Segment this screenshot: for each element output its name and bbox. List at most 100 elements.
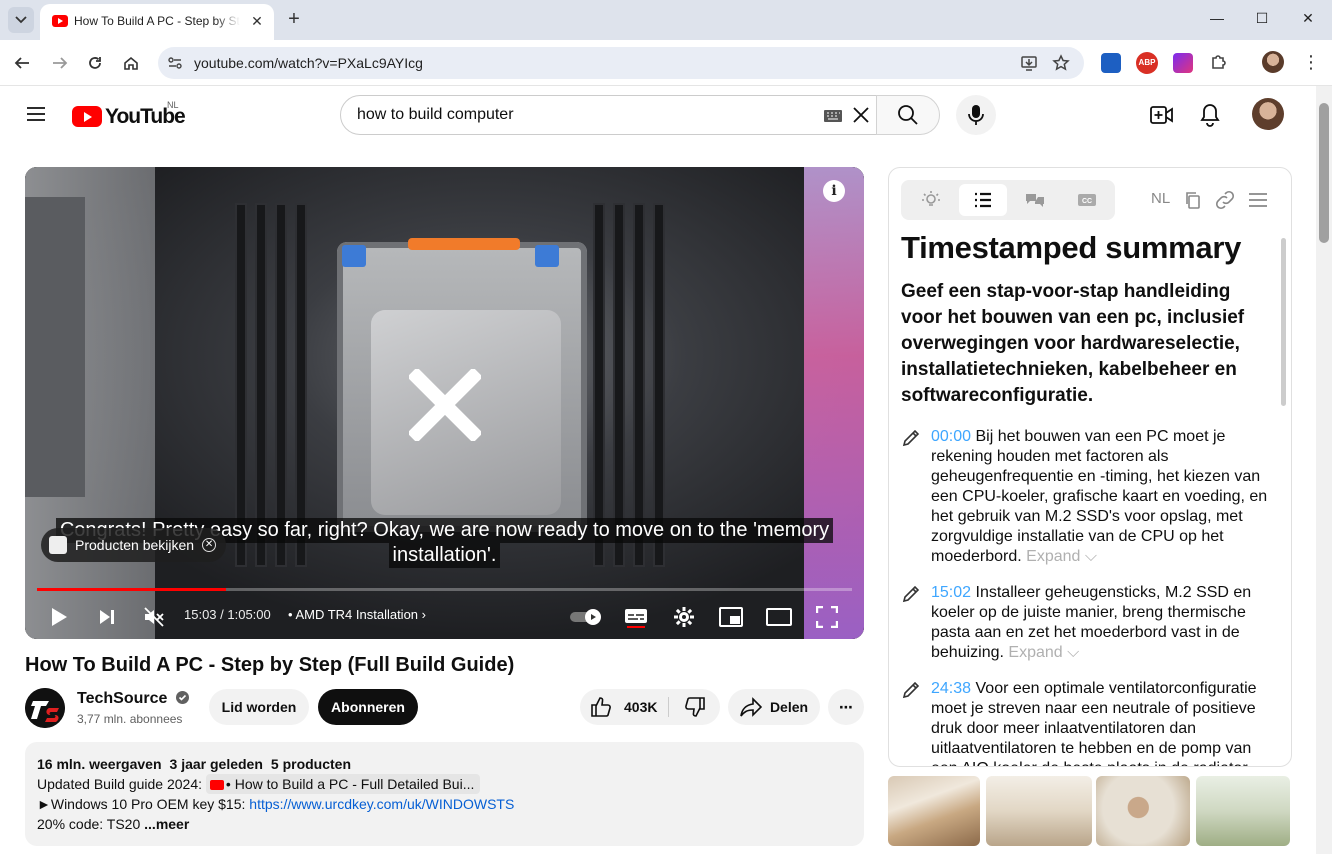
country-code: NL [167,100,179,110]
mute-button[interactable] [138,601,170,633]
back-button[interactable] [10,51,34,75]
tab-insights[interactable] [907,184,955,216]
bookmark-star-icon[interactable] [1052,54,1070,72]
maximize-window-button[interactable]: ☐ [1252,10,1272,30]
expand-link[interactable]: Expand ⌵ [1026,548,1097,565]
browser-menu-icon[interactable]: ⋮ [1302,52,1320,72]
gear-icon [674,607,694,627]
page-scrollbar[interactable] [1316,86,1332,854]
channel-name-text[interactable]: TechSource [77,690,167,707]
tab-transcript[interactable]: CC [1063,184,1111,216]
search-button[interactable] [876,95,940,135]
voice-search-button[interactable] [956,95,996,135]
like-button[interactable]: 403K [580,689,668,725]
minimize-window-button[interactable]: — [1207,10,1227,30]
theater-mode-button[interactable] [763,601,795,633]
site-settings-icon[interactable] [166,54,184,72]
tab-summary[interactable] [959,184,1007,216]
join-button[interactable]: Lid worden [209,689,309,725]
tab-search-button[interactable] [8,7,34,33]
summary-language[interactable]: NL [1151,190,1170,207]
linked-video-chip[interactable]: • How to Build a PC - Full Detailed Bui.… [205,774,481,794]
show-more-link[interactable]: ...meer [144,816,189,832]
keyboard-icon[interactable] [823,109,843,123]
browser-tab-active[interactable]: How To Build A PC - Step by Step (Full B… [40,4,274,40]
close-window-button[interactable]: ✕ [1298,10,1318,30]
timestamp-link[interactable]: 24:38 [931,680,971,697]
player-controls: 15:03 / 1:05:00 • AMD TR4 Installation › [25,595,864,639]
video-frame-dimm-slot [615,205,623,565]
browser-tab-strip: How To Build A PC - Step by Step (Full B… [0,0,1332,40]
timestamp-link[interactable]: 15:02 [931,584,971,601]
create-video-icon[interactable] [1150,104,1174,126]
recommended-video-thumbnail[interactable] [1196,776,1290,846]
guide-menu-icon[interactable] [24,102,50,126]
chat-bubbles-icon [1026,194,1044,207]
clear-search-icon[interactable] [851,105,871,125]
video-frame-dimm-slot [237,205,245,565]
recommended-video-thumbnail[interactable] [888,776,980,846]
account-avatar[interactable] [1252,98,1284,130]
search-input[interactable]: how to build computer [340,95,877,135]
browser-toolbar: youtube.com/watch?v=PXaLc9AYIcg ABP ⋮ [0,40,1332,86]
expand-link[interactable]: Expand ⌵ [1008,644,1079,661]
play-button[interactable] [43,601,75,633]
youtube-play-logo-icon [72,106,102,127]
fullscreen-button[interactable] [811,601,843,633]
channel-name[interactable]: TechSource [77,690,189,708]
page-scrollbar-thumb[interactable] [1319,103,1329,243]
channel-avatar[interactable] [25,688,65,728]
view-products-chip[interactable]: Producten bekijken ✕ [41,528,227,562]
recommended-video-thumbnail[interactable] [1096,776,1190,846]
youtube-favicon-icon [52,15,68,27]
adblock-plus-icon[interactable]: ABP [1136,52,1158,74]
more-actions-button[interactable]: ⋯ [828,689,864,725]
summary-scrollbar[interactable] [1281,238,1286,406]
settings-button[interactable] [668,601,700,633]
tab-chat[interactable] [1011,184,1059,216]
copy-icon[interactable] [1183,190,1203,210]
reload-button[interactable] [83,51,107,75]
new-tab-button[interactable]: + [284,9,304,29]
notifications-bell-icon[interactable] [1200,103,1220,127]
install-app-icon[interactable] [1020,54,1038,72]
summary-entry: 15:02 Installeer geheugensticks, M.2 SSD… [901,583,1269,663]
address-bar[interactable]: youtube.com/watch?v=PXaLc9AYIcg [158,47,1084,79]
closed-captions-icon: CC [1078,194,1096,206]
info-icon[interactable]: i [823,180,845,202]
play-icon [52,608,67,626]
tab-close-icon[interactable]: ✕ [248,12,266,30]
timestamp-link[interactable]: 00:00 [931,428,971,445]
share-button[interactable]: Delen [728,689,820,725]
extension-translate-icon[interactable] [1101,53,1121,73]
extensions-puzzle-icon[interactable] [1209,52,1229,72]
search-query-text[interactable]: how to build computer [357,106,514,124]
chapter-title[interactable]: • AMD TR4 Installation › [288,607,426,622]
extension-summary-icon[interactable] [1173,53,1193,73]
video-player[interactable]: i Congrats! Pretty easy so far, right? O… [25,167,864,639]
hamburger-menu-icon[interactable] [1247,190,1269,210]
dislike-button[interactable] [669,689,720,725]
subscribe-button[interactable]: Abonneren [318,689,418,725]
techsource-logo-icon [25,688,65,728]
progress-bar[interactable] [37,588,852,591]
forward-button[interactable] [48,51,72,75]
progress-played [37,588,226,591]
recommended-video-thumbnail[interactable] [986,776,1092,846]
next-button[interactable] [91,601,123,633]
subtitles-button[interactable] [620,601,652,633]
home-button[interactable] [119,51,143,75]
close-products-chip-icon[interactable]: ✕ [202,538,217,552]
browser-profile-avatar[interactable] [1262,51,1284,73]
pen-icon [902,429,920,447]
url-text[interactable]: youtube.com/watch?v=PXaLc9AYIcg [194,55,423,71]
autoplay-toggle[interactable] [569,601,603,633]
description-line-2: Updated Build guide 2024: • How to Build… [37,774,852,794]
product-thumbnail-icon [49,536,67,554]
link-icon[interactable] [1214,190,1236,210]
video-frame-socket-latch [408,238,520,250]
windows-key-link[interactable]: https://www.urcdkey.com/uk/WINDOWSTS [249,796,514,812]
description-box[interactable]: 16 mln. weergaven 3 jaar geleden 5 product… [25,742,864,846]
verified-badge-icon [175,691,189,704]
miniplayer-button[interactable] [715,601,747,633]
